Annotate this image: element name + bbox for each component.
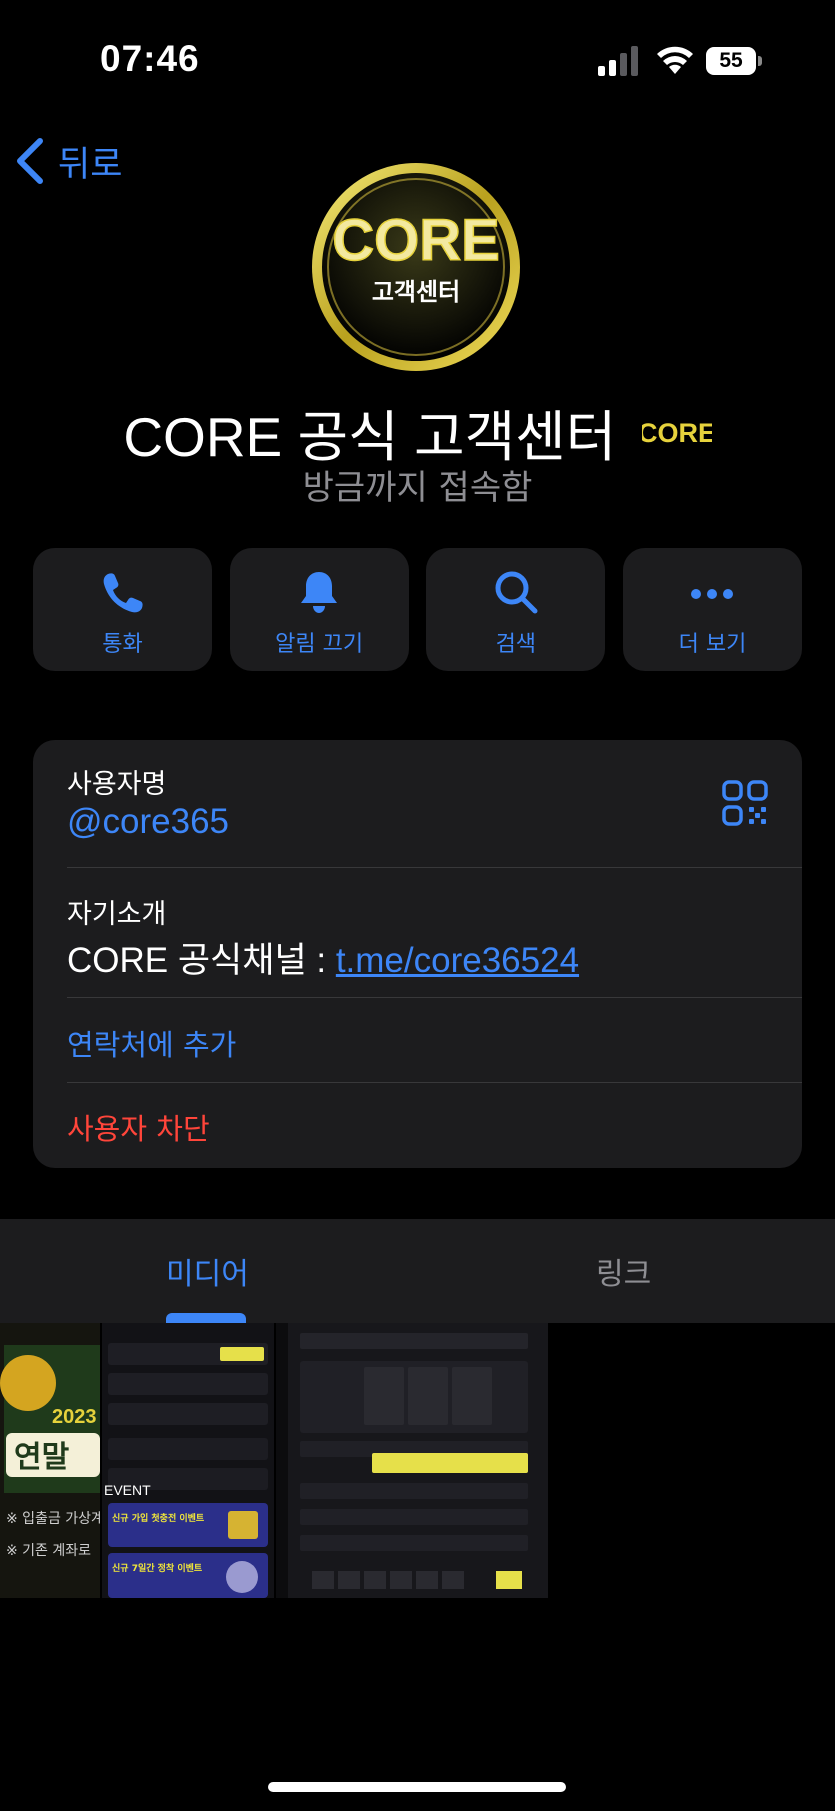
more-label: 더 보기 [678, 632, 747, 657]
more-button[interactable]: 더 보기 [622, 548, 802, 671]
profile-avatar[interactable]: CORE 고객센터 [309, 160, 523, 374]
thumbnail-image: 2023 연말 ※ 입출금 가상계 ※ 기존 계좌로 [0, 1323, 100, 1598]
tab-links[interactable]: 링크 [596, 1249, 651, 1293]
qr-code-icon[interactable] [722, 780, 768, 826]
media-thumbnail[interactable]: EVENT 신규 가입 첫충전 이벤트 신규 7일간 정착 이벤트 [102, 1323, 274, 1598]
phone-icon [103, 573, 143, 613]
back-label: 뒤로 [58, 144, 123, 185]
bio-value: CORE 공식채널 : t.me/core36524 [67, 932, 579, 983]
mute-button[interactable]: 알림 끄기 [229, 548, 409, 671]
add-contact-button[interactable]: 연락처에 추가 [67, 1022, 236, 1064]
home-indicator [268, 1782, 566, 1792]
more-icon [691, 589, 734, 599]
media-thumbnail[interactable]: 2023 연말 ※ 입출금 가상계 ※ 기존 계좌로 [0, 1323, 100, 1598]
divider [67, 867, 802, 868]
avatar-logo-text: CORE [332, 208, 500, 273]
media-tabs: 미디어 링크 [0, 1219, 835, 1323]
profile-name-text: CORE 공식 고객센터 [123, 406, 617, 468]
badge-text: CORE [642, 418, 712, 448]
thumb-event-title: EVENT [104, 1482, 151, 1498]
status-time: 07:46 [100, 38, 200, 79]
thumb-promo-2: 신규 7일간 정착 이벤트 [112, 1562, 203, 1574]
media-thumbnail[interactable] [276, 1323, 548, 1598]
search-button[interactable]: 검색 [426, 548, 606, 671]
last-seen-status: 방금까지 접속함 [302, 468, 533, 508]
thumb-note-2: ※ 기존 계좌로 [6, 1543, 91, 1559]
avatar-sub-text: 고객센터 [372, 278, 460, 306]
search-label: 검색 [495, 632, 537, 657]
bio-text: CORE 공식채널 : [67, 941, 336, 980]
thumbnail-image [276, 1323, 548, 1598]
block-user-button[interactable]: 사용자 차단 [67, 1106, 210, 1148]
bio-label: 자기소개 [67, 899, 167, 930]
battery-icon: 55 [706, 47, 764, 75]
cellular-signal-icon [598, 46, 638, 76]
divider [67, 1082, 802, 1083]
thumb-year: 2023 [52, 1406, 97, 1428]
call-label: 통화 [102, 632, 143, 657]
media-grid: 2023 연말 ※ 입출금 가상계 ※ 기존 계좌로 EVENT 신규 가입 첫… [0, 1323, 835, 1598]
bio-channel-link[interactable]: t.me/core36524 [336, 941, 579, 980]
back-button[interactable]: 뒤로 [14, 136, 122, 186]
tab-media[interactable]: 미디어 [166, 1249, 249, 1293]
thumb-promo-1: 신규 가입 첫충전 이벤트 [112, 1512, 205, 1524]
username-value[interactable]: @core365 [67, 802, 229, 842]
battery-level: 55 [719, 49, 743, 72]
bell-icon [301, 572, 338, 613]
mute-label: 알림 끄기 [275, 632, 364, 657]
wifi-icon [657, 46, 693, 74]
divider [67, 997, 802, 998]
call-button[interactable]: 통화 [33, 548, 212, 671]
thumb-banner: 연말 [14, 1440, 70, 1475]
chevron-left-icon [17, 138, 43, 184]
thumbnail-image: EVENT 신규 가입 첫충전 이벤트 신규 7일간 정착 이벤트 [102, 1323, 274, 1598]
search-icon [495, 571, 538, 614]
username-label: 사용자명 [67, 769, 167, 800]
thumb-note-1: ※ 입출금 가상계 [6, 1511, 100, 1527]
tab-active-indicator [166, 1313, 246, 1323]
status-bar: 07:46 55 [0, 0, 835, 120]
core-badge-icon: CORE [642, 418, 712, 448]
action-buttons: 통화 알림 끄기 검색 더 보기 [33, 548, 802, 671]
profile-info-card: 사용자명 @core365 자기소개 CORE 공식채널 : t.me/core… [33, 740, 802, 1168]
